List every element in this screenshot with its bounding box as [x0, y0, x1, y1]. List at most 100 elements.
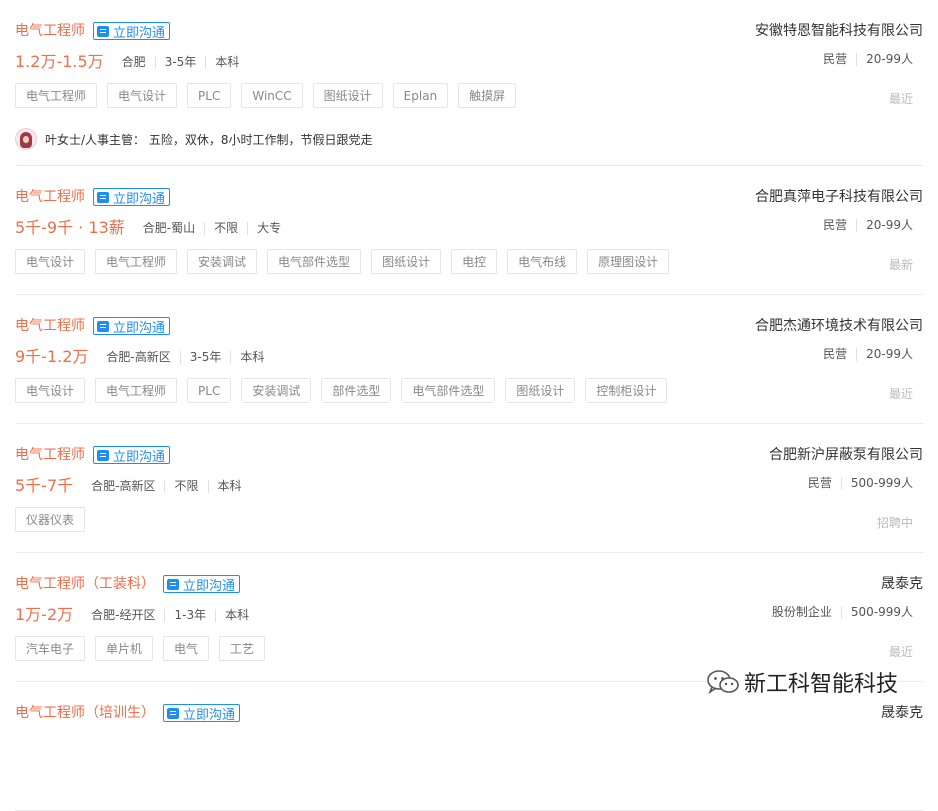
- job-meta: 合肥-高新区 不限 本科: [77, 478, 251, 493]
- chat-now-button[interactable]: 立即沟通: [93, 317, 171, 336]
- watermark: 新工科智能科技: [706, 666, 899, 698]
- chat-now-label: 立即沟通: [113, 191, 166, 207]
- salary: 5千-7千: [15, 476, 74, 495]
- job-title-row: 电气工程师 立即沟通: [15, 187, 171, 207]
- chat-now-button[interactable]: 立即沟通: [163, 704, 241, 723]
- company-name[interactable]: 晟泰克: [881, 703, 923, 723]
- skill-tag: 电气设计: [107, 83, 178, 108]
- skill-tag: 图纸设计: [312, 83, 383, 108]
- company-name[interactable]: 合肥杰通环境技术有限公司: [755, 316, 923, 336]
- company-type: 民营: [823, 347, 848, 361]
- job-detail-row: 1.2万-1.5万 合肥 3-5年 本科: [15, 51, 248, 73]
- recruiter-avatar: [15, 128, 37, 150]
- company-type: 民营: [823, 218, 848, 232]
- job-card[interactable]: 电气工程师（培训生） 立即沟通 晟泰克: [15, 682, 923, 811]
- chat-now-button[interactable]: 立即沟通: [93, 22, 171, 41]
- skill-tag: 原理图设计: [587, 249, 670, 274]
- job-title[interactable]: 电气工程师: [15, 316, 85, 336]
- job-title-row: 电气工程师 立即沟通: [15, 21, 171, 41]
- job-education: 大专: [247, 221, 290, 235]
- post-time: 最近: [888, 92, 913, 106]
- company-info: 民营 20-99人: [814, 53, 923, 66]
- job-card[interactable]: 电气工程师（工装科） 立即沟通 晟泰克 1万-2万 合肥-经开区 1-3年 本科…: [15, 553, 923, 682]
- chat-icon: [167, 707, 179, 719]
- company-type: 民营: [823, 52, 848, 66]
- job-card[interactable]: 电气工程师 立即沟通 合肥真萍电子科技有限公司 5千-9千 · 13薪 合肥-蜀…: [15, 166, 923, 295]
- job-detail-row: 1万-2万 合肥-经开区 1-3年 本科: [15, 604, 258, 626]
- job-title[interactable]: 电气工程师: [15, 187, 85, 207]
- company-info: 股份制企业 500-999人: [763, 606, 923, 619]
- chat-icon: [97, 25, 109, 37]
- company-size: 500-999人: [840, 477, 923, 490]
- skill-tag: 汽车电子: [15, 636, 86, 661]
- job-meta: 合肥-蜀山 不限 大专: [129, 220, 290, 235]
- job-title[interactable]: 电气工程师（培训生）: [15, 703, 155, 723]
- skill-tag: 控制柜设计: [585, 378, 668, 403]
- post-time: 最新: [888, 258, 913, 272]
- skill-tag: 安装调试: [241, 378, 312, 403]
- chat-now-button[interactable]: 立即沟通: [93, 446, 171, 465]
- company-name[interactable]: 晟泰克: [881, 574, 923, 594]
- job-education: 本科: [215, 608, 258, 622]
- job-title[interactable]: 电气工程师: [15, 445, 85, 465]
- salary: 1万-2万: [15, 605, 74, 624]
- skill-tag: 图纸设计: [505, 378, 576, 403]
- job-experience: 1-3年: [164, 608, 215, 622]
- job-experience: 3-5年: [179, 350, 231, 364]
- company-size: 20-99人: [856, 219, 923, 232]
- job-title-row: 电气工程师（工装科） 立即沟通: [15, 574, 241, 594]
- job-location: 合肥: [121, 54, 146, 69]
- skill-tags: 电气设计 电气工程师 安装调试 电气部件选型 图纸设计 电控 电气布线 原理图设…: [15, 249, 679, 274]
- chat-now-label: 立即沟通: [113, 449, 166, 465]
- watermark-text: 新工科智能科技: [744, 672, 899, 697]
- company-type: 民营: [807, 476, 832, 490]
- chat-icon: [97, 320, 109, 332]
- chat-now-button[interactable]: 立即沟通: [93, 188, 171, 207]
- job-detail-row: 5千-9千 · 13薪 合肥-蜀山 不限 大专: [15, 217, 290, 239]
- job-experience: 不限: [164, 479, 207, 493]
- job-card[interactable]: 电气工程师 立即沟通 合肥杰通环境技术有限公司 9千-1.2万 合肥-高新区 3…: [15, 295, 923, 424]
- company-name[interactable]: 合肥新沪屏蔽泵有限公司: [769, 445, 923, 465]
- company-size: 20-99人: [856, 53, 923, 66]
- job-location: 合肥-蜀山: [142, 220, 196, 235]
- skill-tag: 电气设计: [15, 249, 86, 274]
- job-location: 合肥-高新区: [91, 478, 156, 493]
- job-education: 本科: [207, 479, 251, 493]
- skill-tags: 汽车电子 单片机 电气 工艺: [15, 636, 275, 661]
- recruiter-message: 叶女士/人事主管： 五险，双休，8小时工作制，节假日跟党走: [45, 132, 373, 147]
- skill-tag: WinCC: [241, 83, 303, 108]
- chat-now-label: 立即沟通: [183, 707, 236, 723]
- recruiter-row: 叶女士/人事主管： 五险，双休，8小时工作制，节假日跟党走: [15, 128, 373, 150]
- job-education: 本科: [230, 350, 273, 364]
- company-type: 股份制企业: [771, 605, 832, 619]
- salary: 5千-9千 · 13薪: [15, 218, 125, 237]
- skill-tag: 电气工程师: [15, 83, 98, 108]
- company-info: 民营 500-999人: [799, 477, 923, 490]
- skill-tag: 部件选型: [321, 378, 392, 403]
- chat-icon: [167, 578, 179, 590]
- company-name[interactable]: 合肥真萍电子科技有限公司: [755, 187, 923, 207]
- job-card[interactable]: 电气工程师 立即沟通 安徽特恩智能科技有限公司 1.2万-1.5万 合肥 3-5…: [15, 0, 923, 166]
- company-name[interactable]: 安徽特恩智能科技有限公司: [755, 21, 923, 41]
- chat-now-label: 立即沟通: [113, 320, 166, 336]
- job-title[interactable]: 电气工程师（工装科）: [15, 574, 155, 594]
- skill-tag: 工艺: [219, 636, 266, 661]
- skill-tag: 电气工程师: [95, 249, 178, 274]
- skill-tag: PLC: [187, 378, 232, 403]
- job-meta: 合肥-经开区 1-3年 本科: [77, 608, 258, 622]
- skill-tag: 图纸设计: [371, 249, 442, 274]
- skill-tag: Eplan: [392, 83, 449, 108]
- skill-tag: 电气设计: [15, 378, 86, 403]
- company-size: 500-999人: [840, 606, 923, 619]
- chat-now-button[interactable]: 立即沟通: [163, 575, 241, 594]
- job-title[interactable]: 电气工程师: [15, 21, 85, 41]
- skill-tag: 电气工程师: [95, 378, 178, 403]
- skill-tag: 电气部件选型: [401, 378, 496, 403]
- job-experience: 3-5年: [154, 55, 206, 69]
- job-card[interactable]: 电气工程师 立即沟通 合肥新沪屏蔽泵有限公司 5千-7千 合肥-高新区 不限 本…: [15, 424, 923, 553]
- chat-icon: [97, 191, 109, 203]
- job-title-row: 电气工程师 立即沟通: [15, 445, 171, 465]
- skill-tag: 仪器仪表: [15, 507, 86, 532]
- skill-tag: 电气部件选型: [267, 249, 362, 274]
- salary: 1.2万-1.5万: [15, 52, 104, 71]
